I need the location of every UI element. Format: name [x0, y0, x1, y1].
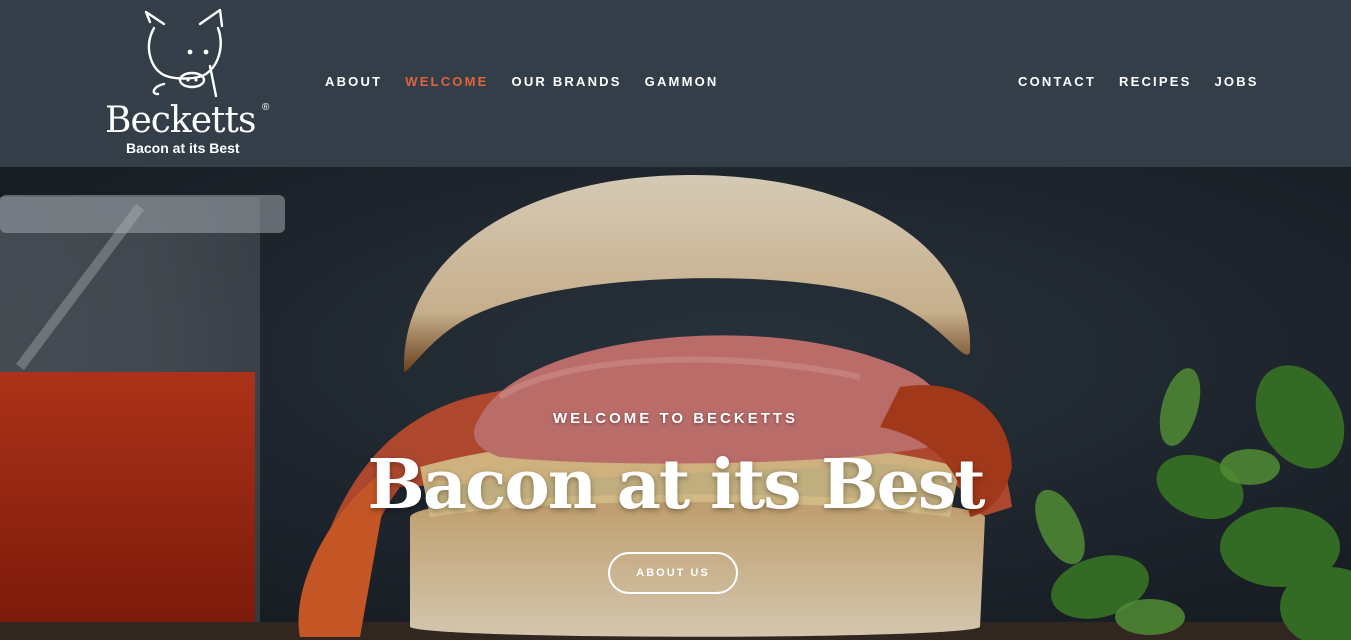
nav-jobs[interactable]: JOBS: [1214, 74, 1258, 89]
pig-icon: [144, 8, 224, 98]
nav-recipes[interactable]: RECIPES: [1119, 74, 1191, 89]
hero-section: WELCOME TO BECKETTS Bacon at its Best AB…: [0, 167, 1351, 640]
nav-our-brands[interactable]: OUR BRANDS: [512, 74, 622, 89]
hero-title: Bacon at its Best: [367, 445, 985, 525]
nav-gammon[interactable]: GAMMON: [645, 74, 719, 89]
primary-nav: ABOUT WELCOME OUR BRANDS GAMMON: [325, 74, 719, 89]
site-header: Becketts ® Bacon at its Best ABOUT WELCO…: [0, 0, 1351, 167]
nav-contact[interactable]: CONTACT: [1018, 74, 1096, 89]
about-us-button[interactable]: ABOUT US: [608, 552, 738, 594]
registered-mark: ®: [262, 102, 270, 113]
hero-kicker: WELCOME TO BECKETTS: [552, 410, 799, 427]
nav-welcome[interactable]: WELCOME: [405, 74, 488, 89]
brand-tagline: Bacon at its Best: [126, 140, 240, 156]
nav-about[interactable]: ABOUT: [325, 74, 382, 89]
secondary-nav: CONTACT RECIPES JOBS: [1018, 74, 1259, 89]
brand-name: Becketts: [105, 100, 256, 141]
becketts-logo[interactable]: Becketts ® Bacon at its Best: [100, 6, 280, 161]
